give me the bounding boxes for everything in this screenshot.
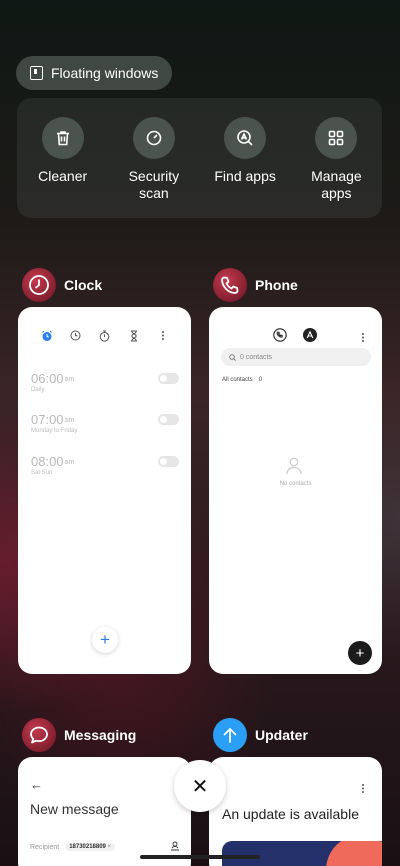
stopwatch-tab-icon[interactable] [98,329,111,342]
alarm-time: 06:00 [31,371,64,386]
alarm-item[interactable]: 08:00 am Sat Sun [31,454,179,476]
person-icon [286,457,302,480]
more-options-icon[interactable] [156,329,169,342]
new-message-title: New message [30,801,119,817]
trash-icon [41,117,84,159]
alarm-repeat: Sat Sun [31,470,53,476]
contact-picker-icon[interactable] [170,841,180,851]
close-icon: ✕ [191,775,209,798]
recipient-field[interactable]: Recipient 18730218809 × [30,841,180,851]
alarm-toggle[interactable] [158,456,179,467]
floating-window-icon [30,66,43,80]
updater-app-icon [213,718,247,752]
more-options-icon[interactable] [361,781,365,799]
alarm-tab-icon[interactable] [40,329,53,342]
grid-icon [315,117,358,159]
alarm-item[interactable]: 06:00 am Daily [31,371,179,393]
phone-app-card[interactable]: 0 contacts All contacts 0 No contacts + [209,307,382,674]
clock-app-header[interactable]: Clock [22,268,102,302]
alarm-ampm: am [64,417,75,424]
updater-app-name: Updater [255,727,308,743]
updater-app-card[interactable]: An update is available [209,757,382,866]
find-apps-icon [224,117,267,159]
phone-app-name: Phone [255,277,298,293]
clock-app-card[interactable]: 06:00 am Daily 07:00 am Monday to Friday… [18,307,191,674]
cleaner-button[interactable]: Cleaner [23,117,103,218]
find-apps-label: Find apps [214,168,276,184]
alarm-repeat: Monday to Friday [31,428,78,434]
all-contacts-count: 0 [258,377,263,383]
alarm-toggle[interactable] [158,414,179,425]
floating-windows-button[interactable]: Floating windows [16,56,173,90]
shield-scan-icon [132,117,175,159]
alarm-ampm: am [64,459,75,466]
add-contact-button[interactable]: + [348,641,372,665]
timer-tab-icon[interactable] [127,329,140,342]
alarm-item[interactable]: 07:00 am Monday to Friday [31,412,179,434]
home-gesture-bar[interactable] [140,855,260,859]
alarm-toggle[interactable] [158,373,179,384]
clock-app-name: Clock [64,277,103,293]
alarm-repeat: Daily [31,387,45,393]
remove-recipient-icon[interactable]: × [108,844,112,850]
contacts-tab-icon[interactable] [303,328,317,347]
messaging-app-card[interactable]: ← New message Recipient 18730218809 × [18,757,191,866]
no-contacts-text: No contacts [279,481,312,487]
search-icon [229,353,236,361]
close-all-button[interactable]: ✕ [174,760,226,812]
plus-icon: + [100,630,110,649]
back-arrow-icon[interactable]: ← [30,777,43,792]
alarm-time: 08:00 [31,454,64,469]
messaging-app-icon [22,718,56,752]
update-available-title: An update is available [222,806,359,822]
cleaner-label: Cleaner [38,168,88,184]
updater-app-header[interactable]: Updater [213,718,308,752]
messaging-app-header[interactable]: Messaging [22,718,136,752]
alarm-time: 07:00 [31,412,64,427]
security-scan-button[interactable]: Security scan [114,117,194,218]
find-apps-button[interactable]: Find apps [205,117,285,218]
clock-app-icon [22,268,56,302]
manage-apps-label: Manage apps [311,168,362,201]
all-contacts-row[interactable]: All contacts 0 [222,377,262,383]
recipient-chip[interactable]: 18730218809 × [65,843,116,851]
phone-app-header[interactable]: Phone [213,268,298,302]
search-placeholder: 0 contacts [240,353,272,361]
world-clock-tab-icon[interactable] [69,329,82,342]
call-log-tab-icon[interactable] [273,328,287,347]
floating-windows-label: Floating windows [51,65,159,81]
manage-apps-button[interactable]: Manage apps [296,117,376,218]
contacts-search-input[interactable]: 0 contacts [221,348,371,366]
recipient-number: 18730218809 [69,844,106,850]
more-options-icon[interactable] [361,330,365,348]
messaging-app-name: Messaging [64,727,137,743]
phone-app-icon [213,268,247,302]
security-scan-label: Security scan [128,168,180,201]
all-contacts-label: All contacts [222,377,253,383]
recipient-label: Recipient [30,843,60,851]
quick-actions-panel: Cleaner Security scan Find apps Manage a… [17,98,382,218]
update-banner-image [222,841,382,866]
alarm-ampm: am [64,376,75,383]
plus-icon: + [355,644,365,662]
add-alarm-button[interactable]: + [92,627,118,653]
clock-tabs [18,329,191,342]
